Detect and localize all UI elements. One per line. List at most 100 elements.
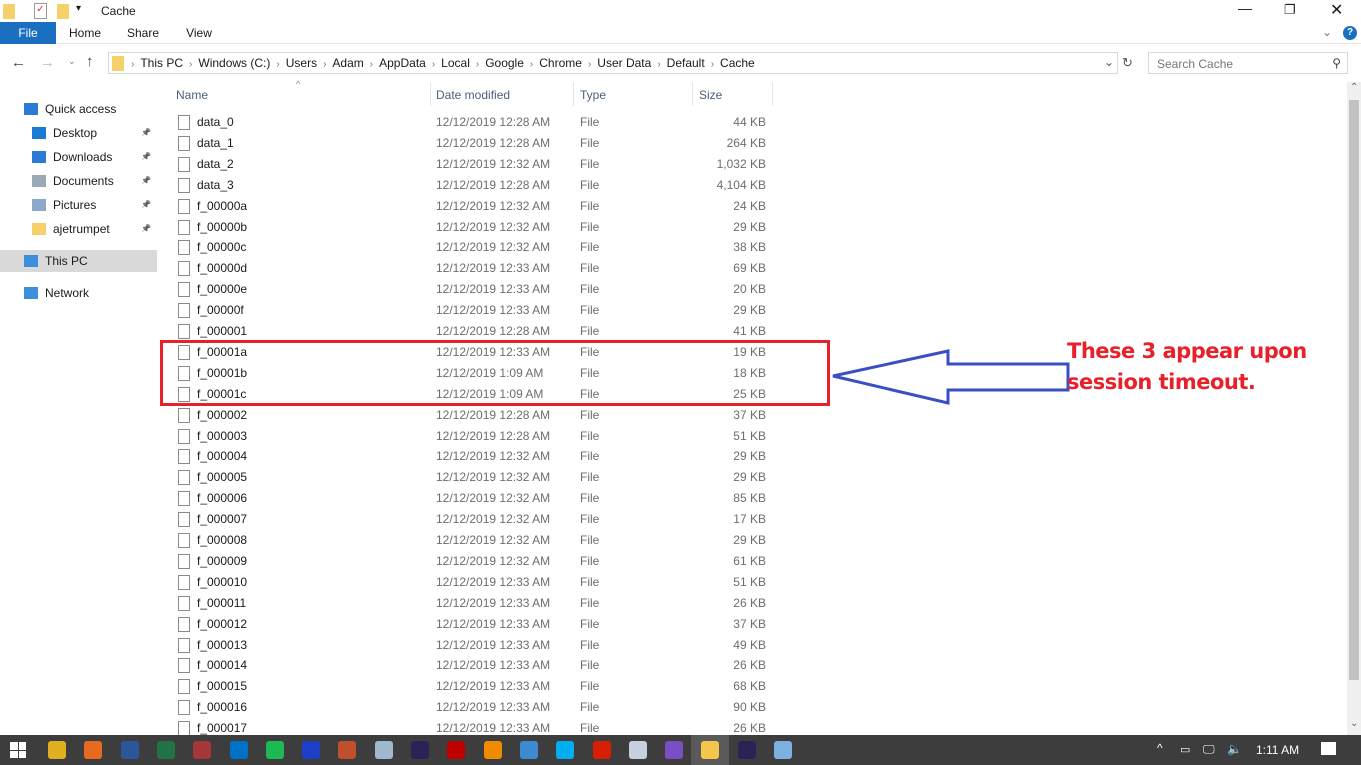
minimize-button[interactable]: — <box>1238 0 1252 16</box>
back-button[interactable]: ← <box>11 54 26 71</box>
visual-studio-icon[interactable] <box>665 741 684 759</box>
scroll-down-icon[interactable]: ⌄ <box>1350 718 1358 729</box>
file-row[interactable]: f_000005 12/12/2019 12:32 AM File 29 KB <box>170 467 780 488</box>
help-icon[interactable]: ? <box>1343 26 1357 40</box>
word-icon[interactable] <box>120 741 139 759</box>
sidebar-item-network[interactable]: Network <box>0 282 157 304</box>
network-status-icon[interactable]: 🖵 <box>1203 742 1215 757</box>
vertical-scrollbar[interactable]: ⌃ ⌄ <box>1347 82 1361 735</box>
file-row[interactable]: f_000006 12/12/2019 12:32 AM File 85 KB <box>170 488 780 509</box>
access-icon[interactable] <box>193 741 212 759</box>
sidebar-item-pictures[interactable]: Pictures 📌 <box>0 194 157 216</box>
file-row[interactable]: f_000015 12/12/2019 12:33 AM File 68 KB <box>170 676 780 697</box>
pin-icon[interactable]: 📌 <box>141 122 151 144</box>
breadcrumb-item[interactable]: Local <box>441 53 470 73</box>
file-row[interactable]: f_000001 12/12/2019 12:28 AM File 41 KB <box>170 321 780 342</box>
column-divider[interactable] <box>692 82 693 106</box>
start-button[interactable] <box>10 742 26 758</box>
sidebar-item-this-pc[interactable]: This PC <box>0 250 157 272</box>
tab-share[interactable]: Share <box>118 22 168 44</box>
column-divider[interactable] <box>772 82 773 106</box>
skype-icon[interactable] <box>556 741 575 759</box>
notepad-plus-icon[interactable] <box>628 741 647 759</box>
properties-icon[interactable]: ✓ <box>34 3 47 19</box>
column-header-name[interactable]: Name <box>176 86 208 104</box>
paint-icon[interactable] <box>774 741 792 759</box>
file-row[interactable]: f_000009 12/12/2019 12:32 AM File 61 KB <box>170 551 780 572</box>
sidebar-item-ajetrumpet[interactable]: ajetrumpet 📌 <box>0 218 157 240</box>
file-row[interactable]: f_000002 12/12/2019 12:28 AM File 37 KB <box>170 405 780 426</box>
outlook-icon[interactable] <box>229 741 248 759</box>
address-dropdown-icon[interactable]: ⌄ <box>1104 55 1114 69</box>
battery-icon[interactable]: ▭ <box>1180 743 1190 756</box>
scrollbar-thumb[interactable] <box>1349 100 1359 680</box>
vlc-icon[interactable] <box>483 741 502 759</box>
excel-icon[interactable] <box>156 741 175 759</box>
filezilla-icon[interactable] <box>447 741 466 759</box>
refresh-button[interactable]: ↻ <box>1122 55 1133 71</box>
breadcrumb-item[interactable]: Chrome <box>539 53 582 73</box>
chevron-right-icon[interactable]: › <box>276 59 279 70</box>
file-row[interactable]: f_00000b 12/12/2019 12:32 AM File 29 KB <box>170 217 780 238</box>
column-divider[interactable] <box>573 82 574 106</box>
file-row[interactable]: f_00000c 12/12/2019 12:32 AM File 38 KB <box>170 237 780 258</box>
chevron-right-icon[interactable]: › <box>432 59 435 70</box>
recent-locations-button[interactable]: ⌄ <box>68 56 76 67</box>
show-hidden-icons[interactable]: ^ <box>1157 741 1163 755</box>
chevron-right-icon[interactable]: › <box>530 59 533 70</box>
breadcrumb-item[interactable]: Cache <box>720 53 755 73</box>
notepad-icon[interactable] <box>374 741 393 759</box>
file-row[interactable]: f_000016 12/12/2019 12:33 AM File 90 KB <box>170 697 780 718</box>
spotify-icon[interactable] <box>265 741 284 759</box>
chevron-right-icon[interactable]: › <box>711 59 714 70</box>
chevron-right-icon[interactable]: › <box>131 59 134 70</box>
breadcrumb-item[interactable]: User Data <box>597 53 651 73</box>
pin-icon[interactable]: 📌 <box>141 146 151 168</box>
clock[interactable]: 1:11 AM <box>1256 743 1299 757</box>
file-row[interactable]: f_000014 12/12/2019 12:33 AM File 26 KB <box>170 655 780 676</box>
file-row[interactable]: data_1 12/12/2019 12:28 AM File 264 KB <box>170 133 780 154</box>
sidebar-item-documents[interactable]: Documents 📌 <box>0 170 157 192</box>
breadcrumb-item[interactable]: Windows (C:) <box>198 53 270 73</box>
chevron-right-icon[interactable]: › <box>476 59 479 70</box>
breadcrumb-item[interactable]: AppData <box>379 53 426 73</box>
file-row[interactable]: f_000012 12/12/2019 12:33 AM File 37 KB <box>170 614 780 635</box>
scroll-up-icon[interactable]: ⌃ <box>1350 82 1358 93</box>
close-button[interactable]: ✕ <box>1330 0 1343 20</box>
column-header-size[interactable]: Size <box>699 86 722 104</box>
volume-icon[interactable]: 🔈 <box>1227 742 1242 756</box>
sidebar-item-desktop[interactable]: Desktop 📌 <box>0 122 157 144</box>
file-row[interactable]: f_00000e 12/12/2019 12:33 AM File 20 KB <box>170 279 780 300</box>
file-row[interactable]: data_0 12/12/2019 12:28 AM File 44 KB <box>170 112 780 133</box>
tab-home[interactable]: Home <box>60 22 110 44</box>
address-bar[interactable]: › This PC › Windows (C:) › Users › Adam › AppData… <box>108 52 1118 74</box>
chevron-right-icon[interactable]: › <box>323 59 326 70</box>
chrome-icon[interactable] <box>48 741 66 759</box>
column-divider[interactable] <box>430 82 431 106</box>
customize-quick-access-icon[interactable]: ▾ <box>76 3 81 14</box>
pin-icon[interactable]: 📌 <box>141 194 151 216</box>
pin-icon[interactable]: 📌 <box>141 218 151 240</box>
tab-view[interactable]: View <box>174 22 224 44</box>
search-input[interactable]: Search Cache ⚲ <box>1148 52 1348 74</box>
acrobat-icon[interactable] <box>592 741 611 759</box>
paint-brush-icon[interactable] <box>338 741 357 759</box>
pin-icon[interactable]: 📌 <box>141 170 151 192</box>
eclipse-2-icon[interactable] <box>737 741 756 759</box>
app-blue-icon[interactable] <box>519 741 538 759</box>
file-row[interactable]: f_000011 12/12/2019 12:33 AM File 26 KB <box>170 593 780 614</box>
file-row[interactable]: f_000010 12/12/2019 12:33 AM File 51 KB <box>170 572 780 593</box>
file-row[interactable]: f_000003 12/12/2019 12:28 AM File 51 KB <box>170 426 780 447</box>
expand-ribbon-icon[interactable]: ⌄ <box>1322 25 1332 39</box>
malwarebytes-icon[interactable] <box>302 741 321 759</box>
restore-button[interactable]: ❐ <box>1284 2 1296 18</box>
column-header-date[interactable]: Date modified <box>436 86 510 104</box>
breadcrumb-item[interactable]: Default <box>667 53 705 73</box>
eclipse-icon[interactable] <box>411 741 429 759</box>
breadcrumb-item[interactable]: This PC <box>140 53 183 73</box>
breadcrumb-item[interactable]: Adam <box>332 53 363 73</box>
file-row[interactable]: data_2 12/12/2019 12:32 AM File 1,032 KB <box>170 154 780 175</box>
file-row[interactable]: f_00000d 12/12/2019 12:33 AM File 69 KB <box>170 258 780 279</box>
chevron-right-icon[interactable]: › <box>657 59 660 70</box>
column-header-type[interactable]: Type <box>580 86 606 104</box>
